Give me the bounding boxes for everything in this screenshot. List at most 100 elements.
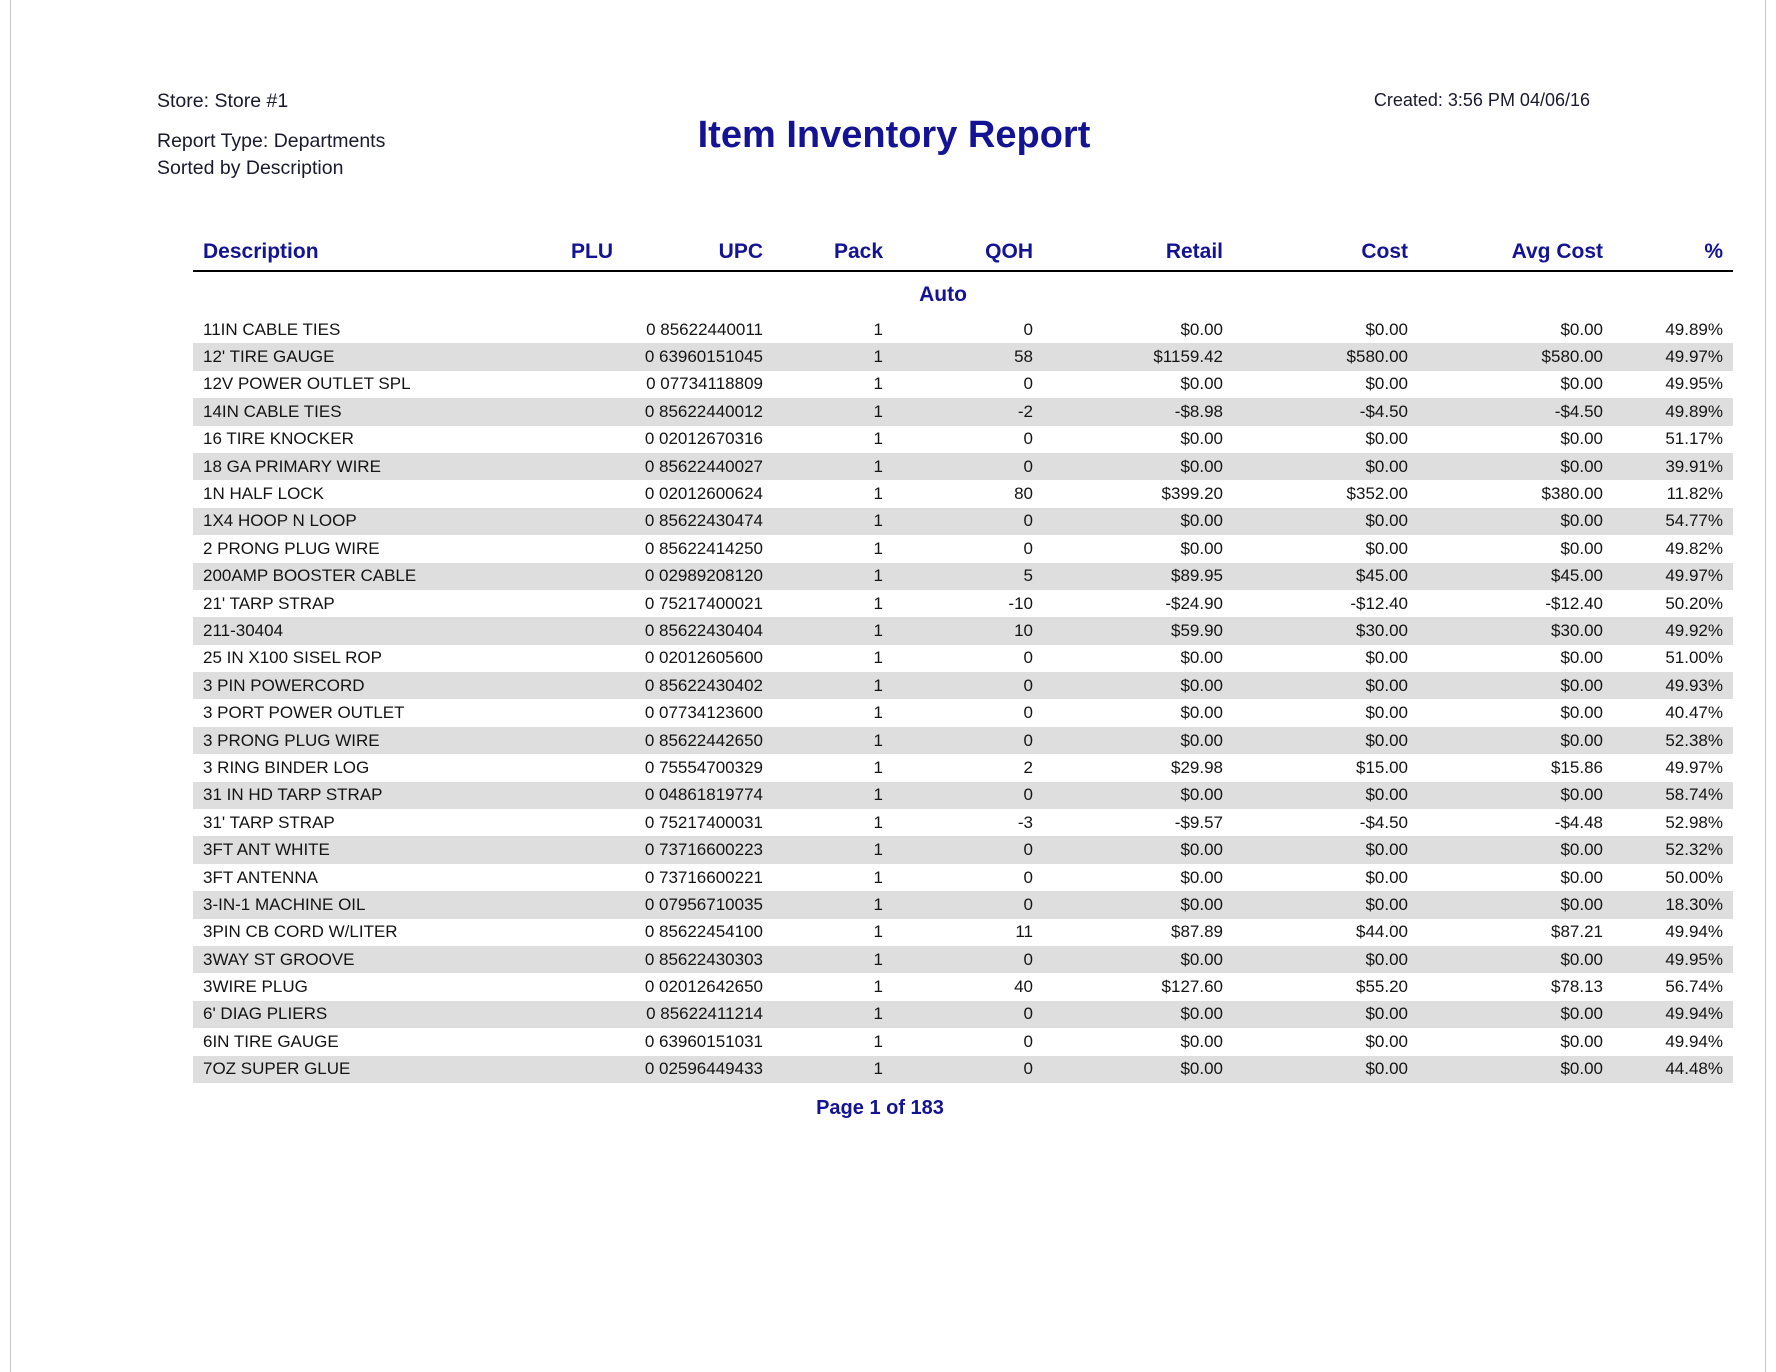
cell-plu — [503, 699, 613, 726]
cell-description: 200AMP BOOSTER CABLE — [193, 562, 503, 590]
table-row[interactable]: 12' TIRE GAUGE 0 63960151045 1 58 $1159.42 $5… — [193, 343, 1733, 371]
cell-description: 3PIN CB CORD W/LITER — [203, 922, 398, 942]
cell-avg-cost: $0.00 — [1560, 538, 1603, 558]
cell-avg-cost: $78.13 — [1551, 977, 1603, 997]
cell-upc: 0 85622440012 — [613, 398, 763, 426]
table-row[interactable]: 12V POWER OUTLET SPL 0 07734118809 1 0 $0.00… — [193, 371, 1733, 398]
table-row[interactable]: 200AMP BOOSTER CABLE 0 02989208120 1 5 $89.9… — [193, 562, 1733, 590]
table-row[interactable]: 31 IN HD TARP STRAP 0 04861819774 1 0 $0.00 $… — [193, 781, 1733, 810]
cell-retail: $0.00 — [1033, 452, 1223, 481]
cell-qoh: 0 — [1023, 1031, 1033, 1051]
table-row[interactable]: 11IN CABLE TIES 0 85622440011 1 0 $0.00 $0.00… — [193, 316, 1733, 343]
group-header-text: Auto — [919, 283, 967, 306]
cell-description: 14IN CABLE TIES — [193, 398, 503, 426]
cell-description: 18 GA PRIMARY WIRE — [193, 452, 503, 481]
table-row[interactable]: 31' TARP STRAP 0 75217400031 1 -3 -$9.57 -$4.… — [193, 809, 1733, 836]
cell-cost: $0.00 — [1223, 672, 1408, 700]
table-row[interactable]: 3 PIN POWERCORD 0 85622430402 1 0 $0.00 $0.00… — [193, 672, 1733, 700]
cell-pct: 49.97% — [1665, 757, 1723, 777]
table-row[interactable]: 1X4 HOOP N LOOP 0 85622430474 1 0 $0.00 $0.00… — [193, 507, 1733, 536]
table-row[interactable]: 3 PRONG PLUG WIRE 0 85622442650 1 0 $0.00 $0.… — [193, 726, 1733, 755]
table-row[interactable]: 2 PRONG PLUG WIRE 0 85622414250 1 0 $0.00 $0.… — [193, 535, 1733, 562]
inventory-table: Description PLU UPC Pack QOH Retail Cost… — [193, 236, 1733, 1083]
cell-pack: 1 — [873, 977, 883, 997]
cell-description: 7OZ SUPER GLUE — [193, 1055, 503, 1083]
table-row[interactable]: 25 IN X100 SISEL ROP 0 02012605600 1 0 $0.00… — [193, 645, 1733, 672]
table-row[interactable]: 3WIRE PLUG 0 02012642650 1 40 $127.60 $55.20 $… — [193, 973, 1733, 1000]
cell-pack: 1 — [763, 398, 883, 426]
cell-qoh: 0 — [1023, 374, 1033, 394]
cell-plu — [503, 426, 613, 453]
cell-description: 3 PORT POWER OUTLET — [203, 703, 405, 723]
cell-qoh: 0 — [883, 1055, 1033, 1083]
cell-pack: 1 — [873, 757, 883, 777]
cell-description: 31' TARP STRAP — [203, 812, 335, 832]
cell-cost: $30.00 — [1223, 617, 1408, 645]
cell-description: 1N HALF LOCK — [203, 484, 324, 504]
cell-upc: 0 02012600624 — [644, 484, 763, 504]
cell-plu — [503, 1000, 613, 1029]
cell-pct: 52.32% — [1603, 836, 1733, 864]
cell-cost: $0.00 — [1223, 726, 1408, 755]
table-row[interactable]: 21' TARP STRAP 0 75217400021 1 -10 -$24.90 -$… — [193, 590, 1733, 617]
group-header-label: Auto — [193, 271, 1733, 316]
table-row[interactable]: 18 GA PRIMARY WIRE 0 85622440027 1 0 $0.00 $0… — [193, 452, 1733, 481]
table-row[interactable]: 3 PORT POWER OUTLET 0 07734123600 1 0 $0.00 $… — [193, 699, 1733, 726]
col-header-retail[interactable]: Retail — [1033, 236, 1223, 272]
cell-plu — [503, 590, 613, 617]
cell-upc: 0 85622440011 — [646, 319, 763, 339]
cell-plu — [503, 507, 613, 536]
col-header-upc[interactable]: UPC — [613, 236, 763, 272]
col-header-description[interactable]: Description — [193, 236, 503, 272]
cell-description: 16 TIRE KNOCKER — [203, 429, 354, 449]
col-header-avg-cost[interactable]: Avg Cost — [1408, 236, 1603, 272]
table-row[interactable]: 7OZ SUPER GLUE 0 02596449433 1 0 $0.00 $0.00 $… — [193, 1055, 1733, 1083]
table-row[interactable]: 3WAY ST GROOVE 0 85622430303 1 0 $0.00 $0.00 $… — [193, 945, 1733, 974]
cell-plu — [503, 1055, 613, 1083]
table-row[interactable]: 14IN CABLE TIES 0 85622440012 1 -2 -$8.98 -$4… — [193, 398, 1733, 426]
cell-qoh: 0 — [1023, 538, 1033, 558]
col-header-pack[interactable]: Pack — [763, 236, 883, 272]
cell-qoh: 10 — [883, 617, 1033, 645]
table-row[interactable]: 3FT ANT WHITE 0 73716600223 1 0 $0.00 $0.00 $0… — [193, 836, 1733, 864]
cell-plu — [503, 480, 613, 507]
table-row[interactable]: 3FT ANTENNA 0 73716600221 1 0 $0.00 $0.00 $0.0… — [193, 864, 1733, 891]
table-row[interactable]: 1N HALF LOCK 0 02012600624 1 80 $399.20 $352.… — [193, 480, 1733, 507]
col-header-percent[interactable]: % — [1603, 236, 1733, 272]
store-label: Store: Store #1 — [157, 90, 289, 112]
col-header-qoh[interactable]: QOH — [883, 236, 1033, 272]
table-row[interactable]: 6' DIAG PLIERS 0 85622411214 1 0 $0.00 $0.00 $… — [193, 1000, 1733, 1029]
cell-pct: 51.00% — [1665, 648, 1723, 668]
cell-avg-cost: $580.00 — [1408, 343, 1603, 371]
cell-upc: 0 02012670316 — [644, 429, 763, 449]
table-row[interactable]: 3 RING BINDER LOG 0 75554700329 1 2 $29.98 $1… — [193, 754, 1733, 781]
cell-upc: 0 75217400021 — [644, 593, 763, 613]
cell-cost: $0.00 — [1365, 867, 1408, 887]
table-row[interactable]: 3-IN-1 MACHINE OIL 0 07956710035 1 0 $0.00 $0… — [193, 891, 1733, 919]
cell-pct: 52.38% — [1603, 726, 1733, 755]
cell-plu — [503, 726, 613, 755]
cell-pct: 49.97% — [1603, 343, 1733, 371]
cell-cost: $0.00 — [1365, 374, 1408, 394]
table-row[interactable]: 211-30404 0 85622430404 1 10 $59.90 $30.00 $30… — [193, 617, 1733, 645]
cell-cost: $0.00 — [1365, 1031, 1408, 1051]
cell-upc: 0 73716600221 — [644, 867, 763, 887]
cell-upc: 0 85622442650 — [613, 726, 763, 755]
table-row[interactable]: 3PIN CB CORD W/LITER 0 85622454100 1 11 $87.… — [193, 919, 1733, 946]
table-row[interactable]: 6IN TIRE GAUGE 0 63960151031 1 0 $0.00 $0.00 $… — [193, 1028, 1733, 1055]
table-row[interactable]: 16 TIRE KNOCKER 0 02012670316 1 0 $0.00 $0.00… — [193, 426, 1733, 453]
col-header-cost[interactable]: Cost — [1223, 236, 1408, 272]
cell-cost: $0.00 — [1365, 703, 1408, 723]
cell-upc: 0 85622440027 — [613, 452, 763, 481]
cell-pct: 49.94% — [1665, 922, 1723, 942]
cell-description: 6IN TIRE GAUGE — [203, 1031, 339, 1051]
cell-pct: 50.20% — [1665, 593, 1723, 613]
cell-upc: 0 63960151045 — [613, 343, 763, 371]
cell-description: 211-30404 — [193, 617, 503, 645]
col-header-plu[interactable]: PLU — [503, 236, 613, 272]
page-title: Item Inventory Report — [11, 114, 1765, 157]
cell-cost: $0.00 — [1223, 507, 1408, 536]
cell-avg-cost: $0.00 — [1408, 1000, 1603, 1029]
cell-plu — [503, 891, 613, 919]
cell-cost: $0.00 — [1223, 945, 1408, 974]
